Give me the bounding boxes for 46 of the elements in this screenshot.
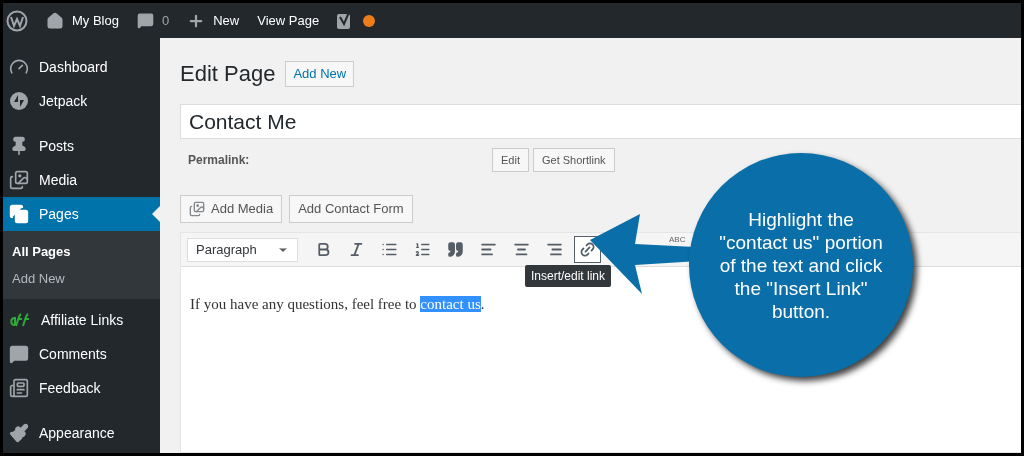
gauge-icon — [9, 57, 29, 77]
add-new-button[interactable]: Add New — [285, 60, 355, 87]
submenu-item[interactable]: Add New — [3, 265, 160, 292]
permalink-label: Permalink: — [187, 152, 251, 169]
tooltip: Insert/edit link — [525, 265, 612, 287]
quote-icon — [447, 241, 464, 258]
callout-text: Highlight the "contact us" portion of the text and click the "Insert Link" button. — [718, 207, 884, 323]
permalink-button[interactable]: Edit — [492, 148, 529, 172]
pages-icon — [9, 204, 29, 224]
sidebar-item[interactable]: Pages — [3, 197, 160, 231]
speech-bubble-icon — [9, 344, 29, 364]
sidebar-item[interactable]: Feedback — [3, 371, 160, 405]
admin-bar-link[interactable]: New — [187, 10, 240, 31]
sidebar-item[interactable]: Dashboard — [3, 50, 160, 84]
bold-icon — [315, 241, 332, 258]
pushpin-icon — [9, 136, 29, 156]
permalink-button[interactable]: Get Shortlink — [532, 148, 615, 172]
title-field[interactable]: Contact Me — [180, 104, 1021, 139]
align-right-icon — [546, 241, 563, 258]
numbered-list-icon — [414, 241, 431, 258]
page-heading: Edit Page — [180, 60, 276, 88]
form-icon — [9, 378, 29, 398]
speech-bubble-icon — [136, 12, 154, 29]
media-button[interactable]: Add Contact Form — [289, 195, 413, 223]
media-button[interactable]: Add Media — [180, 195, 283, 223]
home-icon — [46, 11, 64, 30]
sidebar-item[interactable]: Jetpack — [3, 84, 160, 118]
sidebar-item[interactable]: Posts — [3, 129, 160, 163]
sidebar-item[interactable]: Comments — [3, 337, 160, 371]
sidebar-item[interactable]: Media — [3, 163, 160, 197]
admin-bar-link[interactable]: My Blog — [46, 10, 119, 31]
align-left-icon — [480, 241, 497, 258]
format-select[interactable]: Paragraph — [187, 237, 298, 262]
admin-bar-link[interactable]: View Page — [257, 10, 320, 31]
submenu-item[interactable]: All Pages — [3, 238, 160, 265]
paintbrush-icon — [9, 423, 29, 443]
sidebar-item[interactable]: Appearance — [3, 416, 160, 450]
toolbar-button[interactable]: ABC — [669, 234, 686, 246]
media-icon — [9, 170, 29, 190]
italic-icon — [348, 241, 365, 258]
media-icon — [189, 201, 205, 217]
sidebar-item[interactable]: Affiliate Links — [3, 303, 160, 337]
admin-bar-link[interactable]: 0 — [136, 10, 170, 31]
bulleted-list-icon — [381, 241, 398, 258]
align-center-icon — [513, 241, 530, 258]
current-indicator — [152, 206, 160, 222]
